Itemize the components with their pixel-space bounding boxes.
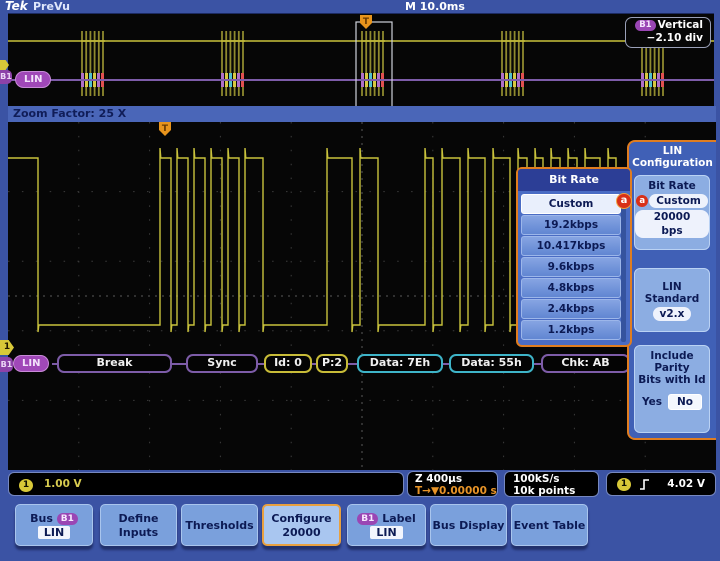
- decode-field-chk-ab: Chk: AB: [541, 354, 630, 373]
- oscilloscope-screen: Tek PreVu M 10.0ms T LIN B1 Vertical −2.1…: [0, 0, 720, 561]
- channel1-icon: 1: [19, 479, 33, 492]
- bit-rate-option-2-4kbps[interactable]: 2.4kbps: [521, 299, 621, 319]
- bit-rate-option-list: Custom 19.2kbps 10.417kbps 9.6kbps 4.8kbps 2.…: [518, 191, 630, 343]
- trigger-position-marker-overview: T: [360, 15, 372, 29]
- decode-field-p-2: P:2: [316, 354, 348, 373]
- svg-text:T: T: [162, 124, 169, 134]
- menu-button-bus[interactable]: Bus B1 LIN: [15, 504, 93, 546]
- sample-rate: 100kS/s: [513, 473, 560, 485]
- zoom-timebase-readout: Z 400µs T→▼0.00000 s: [407, 471, 498, 497]
- overview-burst: [501, 31, 525, 96]
- trigger-source-icon: 1: [617, 477, 631, 491]
- channel1-scale-readout: 1 1.00 V: [8, 472, 404, 496]
- lin-configuration-menu: LIN Configuration Bit Rate a Custom 20000…: [627, 140, 716, 440]
- timebase-readout: M 10.0ms: [405, 0, 465, 13]
- bus-edge-marker: B1: [0, 357, 13, 372]
- decode-field-sync: Sync: [186, 354, 258, 373]
- b1-badge: B1: [56, 512, 78, 525]
- menu-button-define-inputs[interactable]: Define Inputs: [100, 504, 177, 546]
- side-menu-title: LIN Configuration: [632, 145, 713, 169]
- multipurpose-knob-a-badge: a: [616, 193, 632, 209]
- b1-badge: B1: [357, 512, 379, 525]
- menu-button-label[interactable]: B1 Label LIN: [347, 504, 426, 546]
- rising-edge-icon: [640, 478, 649, 490]
- lin-standard-label: LIN Standard: [644, 281, 700, 305]
- zoom-scale: Z 400µs: [415, 473, 463, 485]
- menu-button-bus-display[interactable]: Bus Display: [430, 504, 507, 546]
- overview-burst: [81, 31, 105, 96]
- bit-rate-option-4-8kbps[interactable]: 4.8kbps: [521, 278, 621, 298]
- knob-a-icon: a: [636, 195, 649, 207]
- b1-badge: B1: [635, 20, 656, 31]
- bit-rate-option-custom[interactable]: Custom: [521, 194, 621, 214]
- menu-button-event-table[interactable]: Event Table: [511, 504, 588, 546]
- bit-rate-option-9-6kbps[interactable]: 9.6kbps: [521, 257, 621, 277]
- bit-rate-option-1-2kbps[interactable]: 1.2kbps: [521, 320, 621, 340]
- record-length: 10k points: [513, 485, 576, 497]
- parity-label: Include Parity Bits with Id: [638, 350, 706, 386]
- bit-rate-label: Bit Rate: [648, 180, 696, 192]
- bus-label-oval: LIN: [15, 71, 52, 88]
- lin-standard-menu-button[interactable]: LIN Standard v2.x: [634, 268, 710, 332]
- vertical-position-readout: B1 Vertical −2.10 div: [625, 17, 711, 48]
- decode-field-data-55h: Data: 55h: [449, 354, 534, 373]
- trigger-position: T→▼0.00000 s: [415, 485, 497, 497]
- overview-burst: [361, 31, 385, 96]
- decode-field-data-7eh: Data: 7Eh: [357, 354, 443, 373]
- overview-window: T LIN B1 Vertical −2.10 div: [8, 13, 714, 107]
- parity-yes-option[interactable]: Yes: [642, 396, 662, 408]
- overview-plot: T: [8, 15, 714, 107]
- bus-label-oval-main: LIN: [13, 355, 50, 372]
- decode-field-id-0: Id: 0: [264, 354, 312, 373]
- lin-standard-value: v2.x: [652, 307, 692, 321]
- acquisition-readout: 100kS/s 10k points: [504, 471, 599, 497]
- svg-text:T: T: [363, 17, 370, 27]
- trigger-level: 4.02 V: [667, 478, 705, 490]
- parity-no-option[interactable]: No: [667, 394, 702, 410]
- bit-rate-value: Custom: [649, 194, 708, 208]
- tek-logo: Tek: [5, 0, 28, 13]
- acquisition-status: PreVu: [33, 0, 70, 13]
- bit-rate-popup: Bit Rate Custom 19.2kbps 10.417kbps 9.6kbps…: [516, 167, 632, 347]
- include-parity-menu-button[interactable]: Include Parity Bits with Id Yes No: [634, 345, 710, 433]
- vertical-value: −2.10 div: [646, 32, 703, 44]
- trigger-position-marker: T: [159, 122, 171, 136]
- trigger-arrow-icon: T→▼: [415, 485, 440, 497]
- popup-scrollbar[interactable]: [621, 194, 626, 342]
- overview-burst: [221, 31, 245, 96]
- bus-edge-marker-overview: B1: [0, 70, 12, 84]
- zoom-factor-label: Zoom Factor: 25 X: [13, 107, 127, 120]
- zoom-factor-bar: Zoom Factor: 25 X: [8, 106, 716, 122]
- vertical-label: Vertical: [657, 19, 703, 31]
- bit-rate-option-19-2kbps[interactable]: 19.2kbps: [521, 215, 621, 235]
- menu-button-thresholds[interactable]: Thresholds: [181, 504, 258, 546]
- trigger-readout: 1 4.02 V: [606, 472, 716, 496]
- menu-button-configure[interactable]: Configure 20000: [262, 504, 341, 546]
- decode-field-break: Break: [57, 354, 172, 373]
- bit-rate-bps: 20000 bps: [635, 210, 709, 238]
- bit-rate-menu-button[interactable]: Bit Rate a Custom 20000 bps: [634, 175, 710, 250]
- bit-rate-option-10-417kbps[interactable]: 10.417kbps: [521, 236, 621, 256]
- bit-rate-popup-title: Bit Rate: [518, 169, 630, 191]
- top-status-bar: Tek PreVu M 10.0ms: [0, 0, 720, 13]
